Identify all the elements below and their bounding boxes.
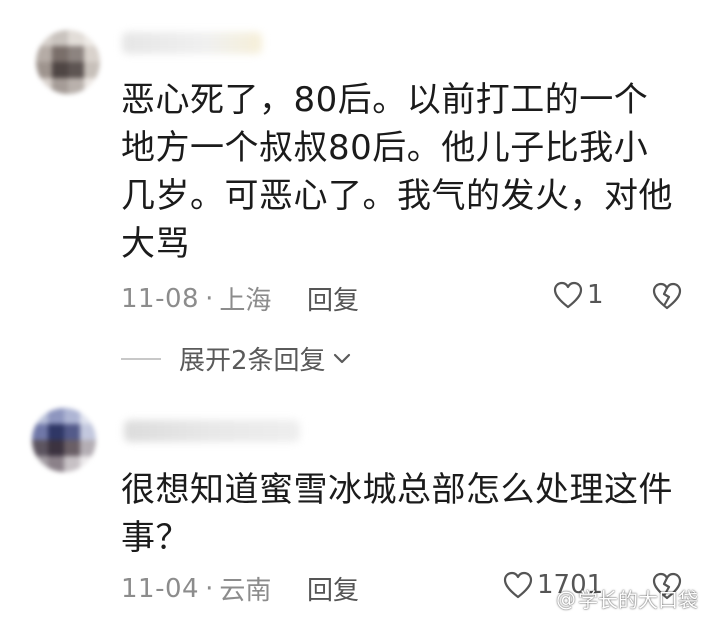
heart-outline-icon (553, 281, 583, 309)
username-obscured (122, 32, 262, 54)
divider-line (121, 357, 161, 360)
watermark-text: 学长的大口袋 (578, 588, 698, 612)
reply-button[interactable]: 回复 (307, 570, 359, 607)
comment-date: 11-04 (121, 573, 200, 604)
watermark: @ 学长的大口袋 (556, 584, 698, 613)
dislike-button[interactable] (652, 282, 682, 314)
comment-date: 11-08 (121, 283, 200, 314)
comment-text: 恶心死了，80后。以前打工的一个地方一个叔叔80后。他儿子比我小几岁。可恶心了。… (121, 80, 673, 264)
meta-separator: · (205, 573, 214, 604)
heart-outline-icon (503, 571, 533, 599)
expand-replies[interactable]: 展开2条回复 (121, 340, 352, 377)
expand-replies-label: 展开2条回复 (179, 346, 326, 376)
chevron-down-icon (333, 353, 350, 363)
comment-location: 云南 (219, 576, 272, 606)
watermark-at: @ (556, 586, 576, 611)
reply-button[interactable]: 回复 (307, 280, 359, 317)
comment-location: 上海 (219, 286, 272, 316)
comment-meta: 11-08 · 上海 回复 (121, 280, 359, 317)
avatar[interactable] (36, 30, 100, 94)
like-button[interactable]: 1 (553, 280, 604, 310)
broken-heart-icon (652, 282, 682, 310)
comment-text: 很想知道蜜雪冰城总部怎么处理这件事？ (121, 470, 673, 558)
like-count: 1 (587, 280, 604, 310)
avatar[interactable] (32, 408, 96, 472)
comment-meta: 11-04 · 云南 回复 (121, 570, 359, 607)
meta-separator: · (205, 283, 214, 314)
username-obscured (124, 420, 300, 442)
